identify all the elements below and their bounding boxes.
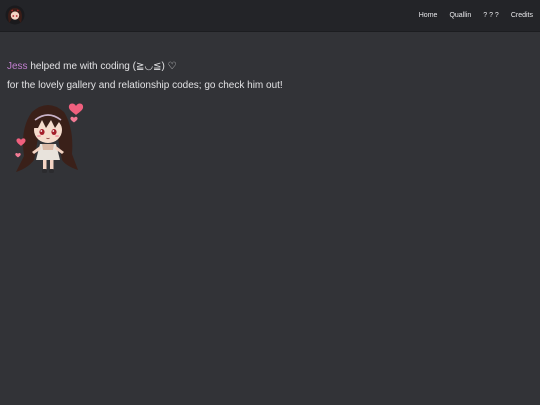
main-nav: Home Quallin ? ? ? Credits — [419, 0, 533, 31]
nav-credits-link[interactable]: Credits — [511, 12, 533, 19]
credit-line-gallery: for the lovely gallery and relationship … — [7, 76, 283, 95]
nav-quallin-link[interactable]: Quallin — [449, 12, 471, 19]
credits-content: Jess helped me with coding (≧◡≦) ♡ for t… — [7, 57, 283, 95]
site-logo-icon[interactable] — [5, 5, 25, 25]
credit-line-gallery-text: for the lovely gallery and relationship … — [7, 80, 283, 91]
chibi-girl-illustration — [15, 103, 84, 173]
jess-link[interactable]: Jess — [7, 61, 28, 72]
top-navigation-bar: Home Quallin ? ? ? Credits — [0, 0, 540, 32]
nav-home-link[interactable]: Home — [419, 12, 438, 19]
credit-line-jess-text: helped me with coding (≧◡≦) ♡ — [27, 61, 177, 72]
nav-mystery-link[interactable]: ? ? ? — [483, 12, 499, 19]
credit-line-jess: Jess helped me with coding (≧◡≦) ♡ — [7, 57, 283, 76]
